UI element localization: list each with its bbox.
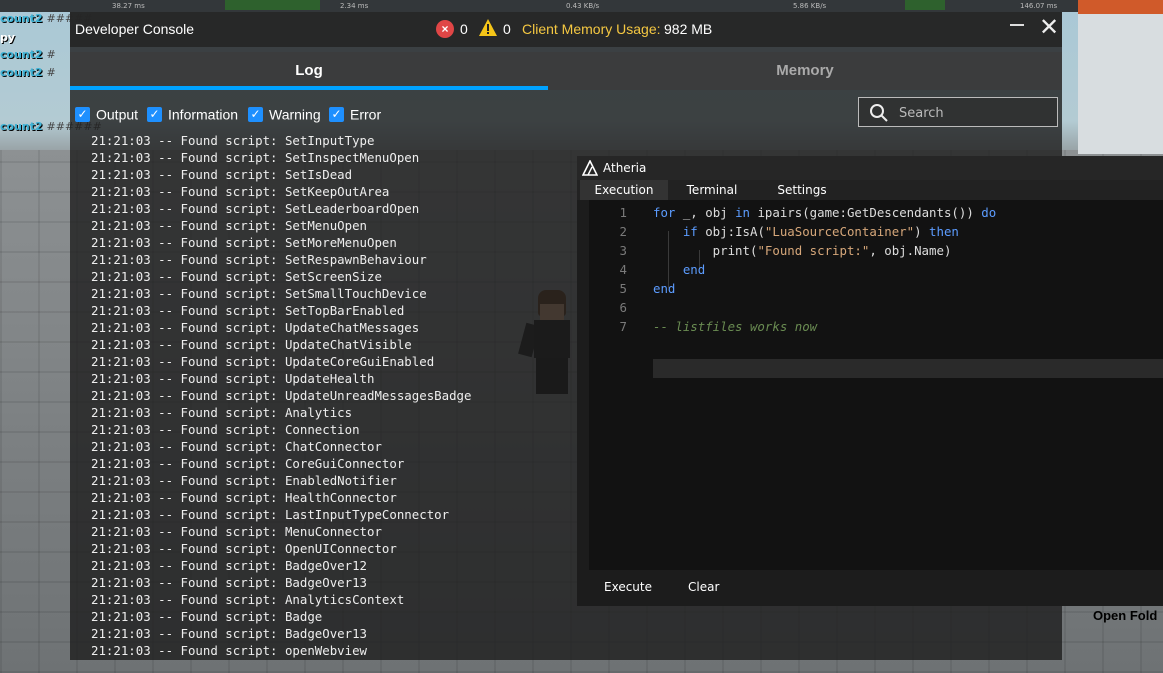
log-line: 21:21:03 -- Found script: SetIsDead (91, 167, 353, 182)
log-line: 21:21:03 -- Found script: UpdateUnreadMe… (91, 388, 472, 403)
performance-stats-bar: 38.27 ms 2.34 ms 0.43 KB/s 5.86 KB/s 146… (0, 0, 1163, 12)
code-line: end (653, 281, 676, 296)
perf-stat: 5.86 KB/s (793, 2, 827, 10)
warning-icon (479, 19, 497, 36)
line-number: 6 (619, 300, 627, 315)
log-line: 21:21:03 -- Found script: AnalyticsConte… (91, 592, 405, 607)
code-line: for _, obj in ipairs(game:GetDescendants… (653, 205, 997, 220)
atheria-window: Atheria Execution Terminal Settings 1 for… (577, 156, 1163, 606)
memory-usage-value: 982 MB (664, 21, 713, 37)
log-line: 21:21:03 -- Found script: OpenUIConnecto… (91, 541, 397, 556)
log-line: 21:21:03 -- Found script: BadgeOver13 (91, 575, 368, 590)
line-number: 5 (619, 281, 627, 296)
chat-message: count2 # (0, 66, 56, 79)
log-line: 21:21:03 -- Found script: SetMoreMenuOpe… (91, 235, 397, 250)
log-line: 21:21:03 -- Found script: SetScreenSize (91, 269, 382, 284)
console-titlebar: Developer Console × 0 0 Client Memory Us… (70, 12, 1062, 47)
atheria-titlebar: Atheria (577, 156, 1163, 180)
atheria-tabs: Execution Terminal Settings (577, 180, 1163, 200)
open-folder-button[interactable]: Open Fold (1093, 608, 1163, 623)
log-line: 21:21:03 -- Found script: SetSmallTouchD… (91, 286, 427, 301)
filter-warning-checkbox[interactable]: ✓ Warning (248, 105, 321, 123)
search-box (858, 97, 1058, 127)
tab-execution[interactable]: Execution (580, 180, 668, 200)
side-panel (1078, 14, 1163, 154)
warning-count: 0 (503, 21, 511, 37)
log-line: 21:21:03 -- Found script: UpdateHealth (91, 371, 375, 386)
log-line: 21:21:03 -- Found script: Analytics (91, 405, 353, 420)
log-line: 21:21:03 -- Found script: LastInputTypeC… (91, 507, 450, 522)
log-line: 21:21:03 -- Found script: UpdateCoreGuiE… (91, 354, 435, 369)
close-icon[interactable]: ✕ (1036, 16, 1062, 42)
perf-graph (905, 0, 945, 10)
log-line: 21:21:03 -- Found script: UpdateChatMess… (91, 320, 420, 335)
filter-error-checkbox[interactable]: ✓ Error (329, 105, 381, 123)
atheria-title: Atheria (603, 161, 647, 175)
log-line: 21:21:03 -- Found script: ChatConnector (91, 439, 382, 454)
log-line: 21:21:03 -- Found script: EnabledNotifie… (91, 473, 397, 488)
log-line: 21:21:03 -- Found script: HealthConnecto… (91, 490, 397, 505)
error-count: 0 (460, 21, 468, 37)
log-line: 21:21:03 -- Found script: SetTopBarEnabl… (91, 303, 405, 318)
log-line: 21:21:03 -- Found script: BadgeOver12 (91, 558, 368, 573)
log-line: 21:21:03 -- Found script: openWebview (91, 643, 368, 658)
code-line: end (682, 262, 706, 277)
search-input[interactable] (897, 102, 1051, 124)
log-line: 21:21:03 -- Found script: UpdateChatVisi… (91, 337, 412, 352)
tab-terminal[interactable]: Terminal (672, 180, 752, 200)
log-line: 21:21:03 -- Found script: SetLeaderboard… (91, 201, 420, 216)
log-line: 21:21:03 -- Found script: SetMenuOpen (91, 218, 368, 233)
code-line: -- listfiles works now (653, 319, 818, 334)
clear-button[interactable]: Clear (688, 580, 719, 594)
line-number: 7 (619, 319, 627, 334)
execute-button[interactable]: Execute (604, 580, 652, 594)
code-editor[interactable]: 1 for _, obj in ipairs(game:GetDescendant… (589, 200, 1163, 570)
checkmark-icon: ✓ (147, 106, 162, 122)
log-line: 21:21:03 -- Found script: SetInputType (91, 133, 375, 148)
checkmark-icon: ✓ (75, 106, 90, 122)
perf-stat: 2.34 ms (340, 2, 369, 10)
log-line: 21:21:03 -- Found script: CoreGuiConnect… (91, 456, 405, 471)
log-line: 21:21:03 -- Found script: SetInspectMenu… (91, 150, 420, 165)
tab-memory[interactable]: Memory (548, 52, 1062, 90)
filter-information-checkbox[interactable]: ✓ Information (147, 105, 238, 123)
memory-usage-label: Client Memory Usage: (522, 21, 661, 37)
current-line-highlight (653, 359, 1163, 378)
checkmark-icon: ✓ (329, 106, 344, 122)
perf-stat: 0.43 KB/s (566, 2, 600, 10)
chat-message: count2 # (0, 48, 56, 61)
topbar-accent (1078, 0, 1163, 14)
tab-settings[interactable]: Settings (762, 180, 842, 200)
line-number: 1 (619, 205, 627, 220)
perf-stat: 146.07 ms (1020, 2, 1058, 10)
log-line: 21:21:03 -- Found script: SetRespawnBeha… (91, 252, 427, 267)
error-icon: × (436, 20, 454, 38)
log-line: 21:21:03 -- Found script: Badge (91, 609, 323, 624)
code-line: if obj:IsA("LuaSourceContainer") then (682, 224, 959, 239)
tab-log[interactable]: Log (70, 52, 548, 90)
search-icon (870, 104, 888, 122)
perf-stat: 38.27 ms (112, 2, 145, 10)
line-number: 4 (619, 262, 627, 277)
perf-graph (225, 0, 320, 10)
filter-output-checkbox[interactable]: ✓ Output (75, 105, 138, 123)
chat-message: py (0, 31, 16, 44)
line-number: 2 (619, 224, 627, 239)
log-line: 21:21:03 -- Found script: BadgeOver13 (91, 626, 368, 641)
checkmark-icon: ✓ (248, 106, 263, 122)
log-line: 21:21:03 -- Found script: MenuConnector (91, 524, 382, 539)
log-line: 21:21:03 -- Found script: SetKeepOutArea (91, 184, 390, 199)
atheria-logo-icon (582, 160, 598, 176)
atheria-actions: Execute Clear (577, 570, 1163, 606)
console-title: Developer Console (75, 21, 195, 37)
minimize-icon[interactable] (1010, 22, 1026, 36)
log-line: 21:21:03 -- Found script: Connection (91, 422, 360, 437)
code-line: print("Found script:", obj.Name) (653, 243, 952, 258)
line-number: 3 (619, 243, 627, 258)
console-tabs: Log Memory (70, 52, 1062, 90)
